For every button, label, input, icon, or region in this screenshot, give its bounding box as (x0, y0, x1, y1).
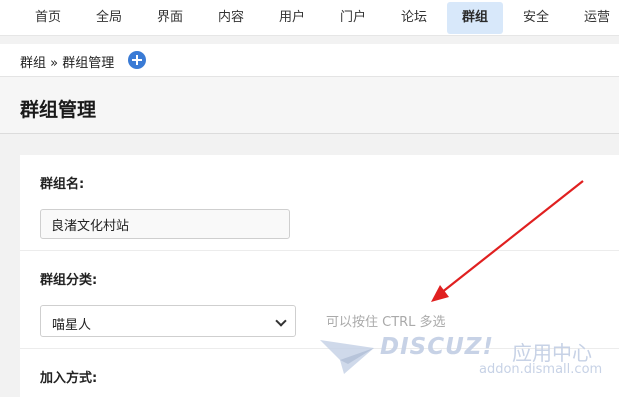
group-name-label: 群组名: (40, 177, 85, 192)
top-nav: 首页 全局 界面 内容 用户 门户 论坛 群组 安全 运营 (0, 0, 619, 36)
group-category-label: 群组分类: (40, 273, 98, 288)
page-title: 群组管理 (20, 99, 97, 121)
row-divider (20, 250, 619, 251)
watermark-mark-icon (320, 340, 374, 374)
join-method-label: 加入方式: (40, 371, 98, 386)
nav-item-portal[interactable]: 门户 (331, 2, 375, 34)
group-category-select[interactable]: 喵星人 (40, 305, 296, 337)
breadcrumb-bar: 群组 » 群组管理 (0, 44, 619, 76)
group-name-input[interactable] (40, 209, 290, 239)
nav-item-interface[interactable]: 界面 (148, 2, 192, 34)
nav-item-global[interactable]: 全局 (87, 2, 131, 34)
group-category-value: 喵星人 (52, 318, 92, 333)
breadcrumb: 群组 » 群组管理 (20, 56, 115, 71)
nav-item-home[interactable]: 首页 (26, 2, 70, 34)
nav-item-groups[interactable]: 群组 (447, 2, 503, 34)
nav-item-forum[interactable]: 论坛 (392, 2, 436, 34)
watermark-brand: DISCUZ! (380, 334, 494, 360)
nav-item-security[interactable]: 安全 (514, 2, 558, 34)
chevron-down-icon (275, 315, 287, 327)
nav-item-content[interactable]: 内容 (209, 2, 253, 34)
watermark-url: addon.dismall.com (479, 362, 603, 377)
nav-item-operations[interactable]: 运营 (575, 2, 619, 34)
add-button[interactable] (128, 51, 146, 69)
nav-item-users[interactable]: 用户 (270, 2, 314, 34)
page-header: 群组管理 (0, 76, 619, 134)
category-hint: 可以按住 CTRL 多选 (326, 315, 446, 330)
